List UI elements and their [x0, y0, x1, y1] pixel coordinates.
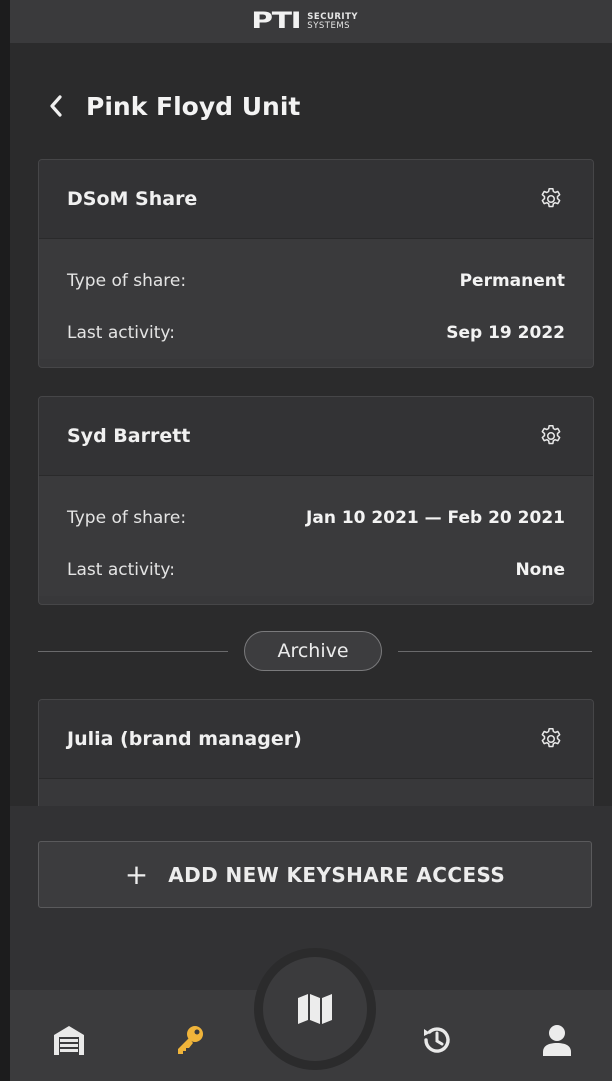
last-activity-label: Last activity: [67, 560, 175, 580]
top-bar: PTI SECURITY SYSTEMS [10, 0, 612, 43]
share-card: DSoM Share Type of share: Permanent Last… [38, 159, 594, 368]
logo: PTI SECURITY SYSTEMS [251, 10, 358, 33]
share-card-header: Syd Barrett [39, 397, 593, 476]
window-edge [0, 0, 10, 1081]
share-name: Julia (brand manager) [67, 728, 302, 750]
add-keyshare-button[interactable]: + ADD NEW KEYSHARE ACCESS [38, 841, 592, 908]
share-card: Syd Barrett Type of share: Jan 10 2021 —… [38, 396, 594, 605]
last-activity-row: Last activity: Sep 19 2022 [67, 307, 565, 359]
user-icon [543, 1025, 571, 1056]
share-type-label: Type of share: [67, 271, 187, 291]
map-icon [298, 994, 332, 1024]
divider-right [398, 651, 592, 652]
nav-history[interactable] [417, 1020, 457, 1060]
logo-line-2: SYSTEMS [307, 20, 351, 31]
last-activity-row: Last activity: None [67, 544, 565, 596]
share-card-header: Julia (brand manager) [39, 700, 593, 779]
gear-icon [541, 424, 561, 445]
archive-toggle[interactable]: Archive [244, 631, 382, 671]
nav-keys[interactable] [170, 1020, 210, 1060]
history-icon [424, 1027, 450, 1053]
map-fab-ring [254, 948, 376, 1070]
logo-mark: PTI [251, 8, 301, 34]
nav-map[interactable] [263, 957, 367, 1061]
key-icon [178, 1026, 203, 1054]
share-type-row: Type of share: Permanent [67, 255, 565, 307]
page-header: Pink Floyd Unit [44, 86, 300, 126]
nav-garage[interactable] [49, 1020, 89, 1060]
add-keyshare-label: ADD NEW KEYSHARE ACCESS [168, 862, 506, 887]
share-name: DSoM Share [67, 188, 198, 210]
plus-icon: + [124, 857, 149, 891]
last-activity-label: Last activity: [67, 323, 175, 343]
share-name: Syd Barrett [67, 425, 191, 447]
chevron-left-icon [50, 95, 62, 117]
garage-icon [54, 1026, 84, 1055]
logo-subtitle: SECURITY SYSTEMS [307, 12, 358, 31]
share-card-body: Type of share: Jan 10 2021 — Feb 20 2021… [39, 476, 593, 596]
last-activity-value: None [515, 560, 565, 580]
share-type-label: Type of share: [67, 508, 187, 528]
last-activity-value: Sep 19 2022 [446, 323, 565, 343]
nav-profile[interactable] [537, 1020, 577, 1060]
back-button[interactable] [44, 94, 68, 118]
settings-button[interactable] [537, 422, 565, 450]
gear-icon [541, 187, 561, 208]
share-card-body: Type of share: Permanent Last activity: … [39, 239, 593, 359]
settings-button[interactable] [537, 725, 565, 753]
divider-left [38, 651, 228, 652]
share-type-value: Permanent [459, 271, 565, 291]
page-title: Pink Floyd Unit [86, 91, 301, 121]
share-card-header: DSoM Share [39, 160, 593, 239]
settings-button[interactable] [537, 185, 565, 213]
gear-icon [541, 727, 561, 748]
share-type-value: Jan 10 2021 — Feb 20 2021 [306, 508, 565, 528]
share-type-row: Type of share: Jan 10 2021 — Feb 20 2021 [67, 492, 565, 544]
